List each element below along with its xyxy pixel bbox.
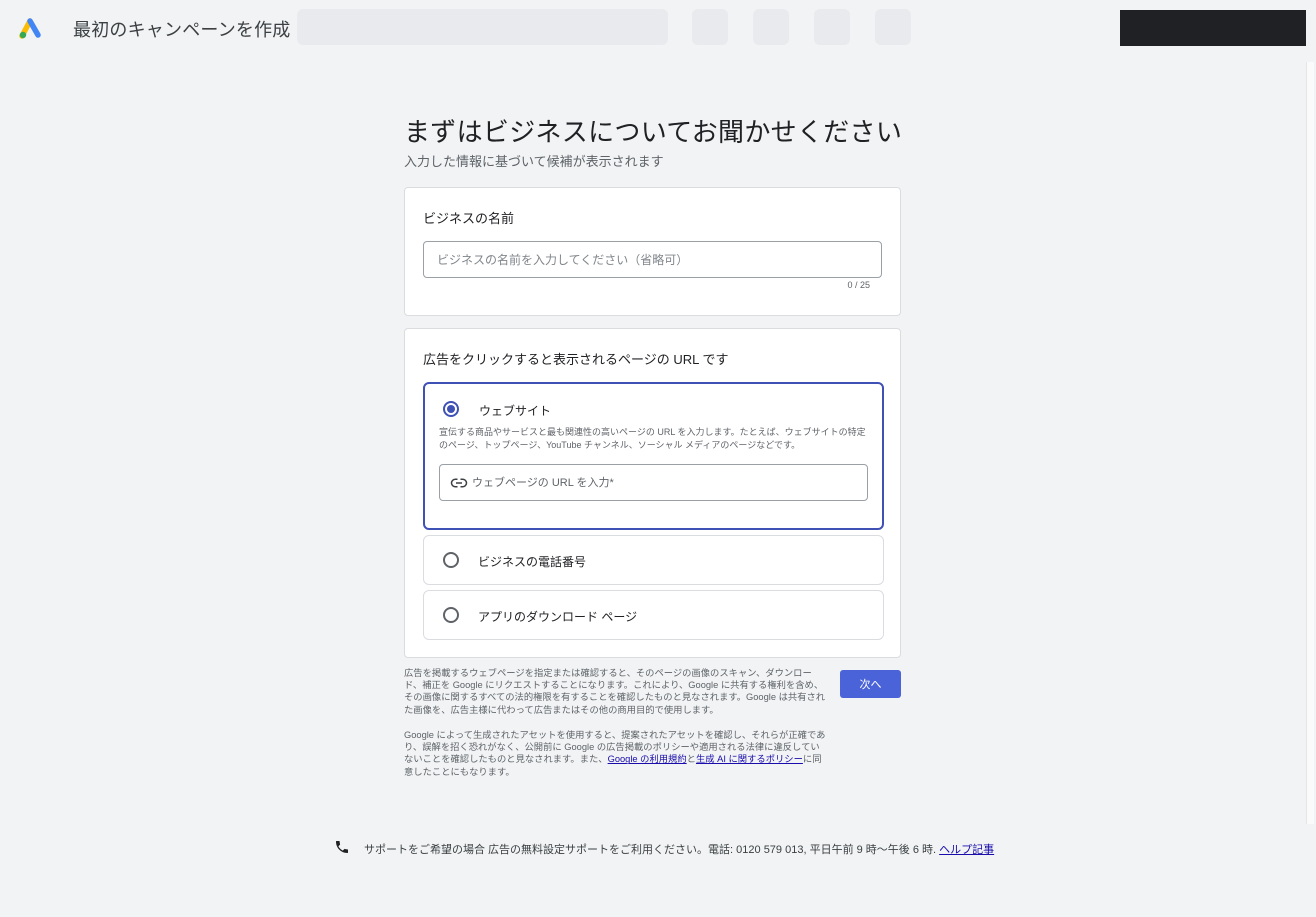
page-subtitle: 入力した情報に基づいて候補が表示されます bbox=[404, 154, 664, 169]
help-article-link[interactable]: ヘルプ記事 bbox=[939, 844, 994, 856]
next-button[interactable]: 次へ bbox=[840, 670, 901, 698]
radio-phone[interactable] bbox=[443, 552, 459, 568]
scrollbar[interactable] bbox=[1306, 62, 1314, 824]
option-website-description: 宣伝する商品やサービスと最も関連性の高いページの URL を入力します。たとえば… bbox=[439, 427, 866, 450]
header-placeholder-icon-4 bbox=[875, 9, 911, 45]
link-icon bbox=[450, 478, 468, 488]
char-counter: 0 / 25 bbox=[847, 280, 870, 290]
business-name-label: ビジネスの名前 bbox=[423, 211, 515, 226]
header-placeholder-search bbox=[297, 9, 668, 45]
page-title: まずはビジネスについてお聞かせください bbox=[404, 117, 903, 147]
image-disclaimer: 広告を掲載するウェブページを指定または確認すると、そのページの画像のスキャン、ダ… bbox=[404, 668, 826, 715]
radio-app[interactable] bbox=[443, 607, 459, 623]
and-text: と bbox=[686, 754, 696, 765]
website-url-field[interactable] bbox=[439, 464, 868, 501]
generative-ai-policy-link[interactable]: 生成 AI に関するポリシー bbox=[696, 754, 803, 764]
top-header: 最初のキャンペーンを作成 bbox=[0, 0, 1316, 54]
phone-icon bbox=[336, 841, 348, 853]
app-title: 最初のキャンペーンを作成 bbox=[73, 20, 291, 40]
header-placeholder-icon-3 bbox=[814, 9, 850, 45]
header-redacted-block bbox=[1120, 10, 1306, 46]
url-section-label: 広告をクリックすると表示されるページの URL です bbox=[423, 352, 729, 367]
support-text: サポートをご希望の場合 広告の無料設定サポートをご利用ください。電話: 0120… bbox=[364, 841, 994, 857]
terms-link[interactable]: Google の利用規約 bbox=[608, 754, 687, 764]
ai-disclaimer: Google によって生成されたアセットを使用すると、提案されたアセットを確認し… bbox=[404, 729, 827, 778]
radio-website[interactable] bbox=[443, 401, 459, 417]
option-website[interactable]: ウェブサイト 宣伝する商品やサービスと最も関連性の高いページの URL を入力し… bbox=[423, 382, 884, 530]
url-card: 広告をクリックすると表示されるページの URL です ウェブサイト 宣伝する商品… bbox=[404, 328, 901, 658]
option-phone-label: ビジネスの電話番号 bbox=[478, 555, 587, 569]
business-name-input[interactable] bbox=[424, 242, 881, 277]
header-placeholder-icon-2 bbox=[753, 9, 789, 45]
support-message: サポートをご希望の場合 広告の無料設定サポートをご利用ください。電話: 0120… bbox=[364, 844, 940, 856]
option-website-label: ウェブサイト bbox=[479, 404, 552, 418]
support-footer: サポートをご希望の場合 広告の無料設定サポートをご利用ください。電話: 0120… bbox=[334, 839, 1014, 857]
option-phone[interactable]: ビジネスの電話番号 bbox=[423, 535, 884, 585]
header-placeholder-icon-1 bbox=[692, 9, 728, 45]
option-app[interactable]: アプリのダウンロード ページ bbox=[423, 590, 884, 640]
option-app-label: アプリのダウンロード ページ bbox=[478, 610, 638, 624]
business-name-card: ビジネスの名前 0 / 25 bbox=[404, 187, 901, 316]
google-ads-logo bbox=[19, 18, 41, 39]
business-name-field[interactable] bbox=[423, 241, 882, 278]
website-url-input[interactable] bbox=[472, 465, 862, 500]
